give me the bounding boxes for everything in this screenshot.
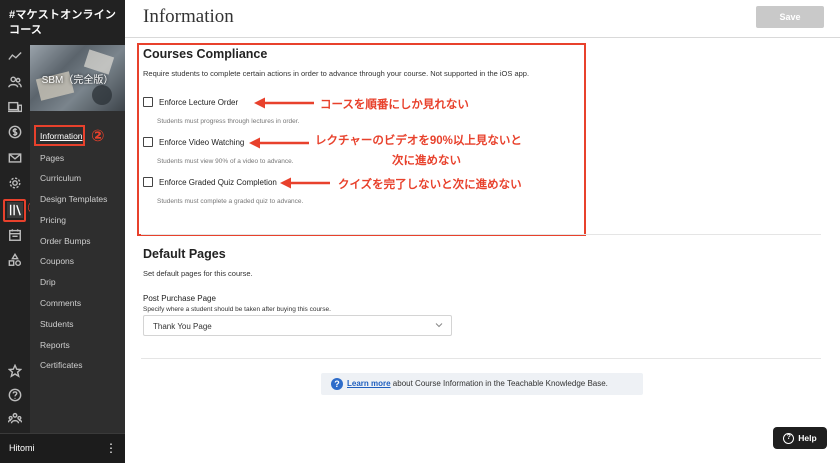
section-divider [141,358,821,359]
user-bar: Hitomi ⋮ [0,433,125,463]
annotation-video-line2: 次に進めない [392,155,461,167]
users-icon[interactable] [7,74,23,90]
dollar-icon[interactable] [7,124,23,140]
help-label: Help [798,433,817,443]
arrow-icon [280,177,330,189]
help-icon: ? [783,432,795,444]
page-header: Information Save [125,0,840,38]
chevron-down-icon [435,323,443,328]
knowledge-base-banner: ? Learn more about Course Information in… [321,373,643,395]
page-title: Information [143,6,234,27]
section-divider [141,234,821,235]
course-nav-comments[interactable]: Comments [40,298,81,308]
help-circle-icon[interactable] [7,387,23,403]
information-highlight [34,125,85,146]
post-purchase-select[interactable]: Thank You Page [143,315,452,336]
course-thumbnail[interactable]: SBM（完全版） [30,45,125,111]
arrow-icon [254,97,314,109]
help-button[interactable]: ? Help [773,427,827,449]
shapes-icon[interactable] [7,252,23,268]
annotation-quiz: クイズを完了しないと次に進めない [338,179,522,191]
thumbnail-decoration [92,85,112,105]
user-name: Hitomi [9,443,35,453]
course-sidebar: SBM（完全版） [30,45,125,463]
calendar-icon[interactable] [7,227,23,243]
course-nav-design-templates[interactable]: Design Templates [40,194,107,204]
course-nav-certificates[interactable]: Certificates [40,360,83,370]
annotation-lecture-order: コースを順番にしか見れない [320,99,469,111]
learn-more-link[interactable]: Learn more [347,379,391,388]
course-nav-drip[interactable]: Drip [40,277,56,287]
course-nav-pages[interactable]: Pages [40,153,64,163]
post-purchase-value: Thank You Page [153,322,212,331]
arrow-icon [249,137,309,149]
community-icon[interactable] [7,410,23,426]
more-vertical-icon[interactable]: ⋮ [105,440,117,456]
course-title: SBM（完全版） [41,75,114,86]
default-pages-heading: Default Pages [143,247,226,261]
course-nav-coupons[interactable]: Coupons [40,256,74,266]
knowledge-base-text: Learn more about Course Information in t… [347,379,608,388]
course-nav-pricing[interactable]: Pricing [40,215,66,225]
trend-icon[interactable] [7,48,23,64]
default-pages-description: Set default pages for this course. [143,269,253,278]
post-purchase-label: Post Purchase Page [143,294,216,303]
annotation-video-line1: レクチャーのビデオを90%以上見ないと [315,135,522,147]
course-nav-order-bumps[interactable]: Order Bumps [40,236,91,246]
school-name: #マケストオンラインコース [9,9,117,36]
school-header[interactable]: #マケストオンラインコース [0,0,125,45]
course-nav-students[interactable]: Students [40,319,74,329]
save-button[interactable]: Save [756,6,824,28]
course-nav-reports[interactable]: Reports [40,340,70,350]
settings-icon[interactable] [7,175,23,191]
post-purchase-help: Specify where a student should be taken … [143,306,331,313]
mail-icon[interactable] [7,150,23,166]
star-icon[interactable] [7,363,23,379]
library-highlight [3,199,26,222]
annotation-num-2: ② [91,128,105,145]
course-nav-curriculum[interactable]: Curriculum [40,173,81,183]
devices-icon[interactable] [7,99,23,115]
knowledge-base-suffix: about Course Information in the Teachabl… [390,379,608,388]
info-icon: ? [331,378,343,390]
